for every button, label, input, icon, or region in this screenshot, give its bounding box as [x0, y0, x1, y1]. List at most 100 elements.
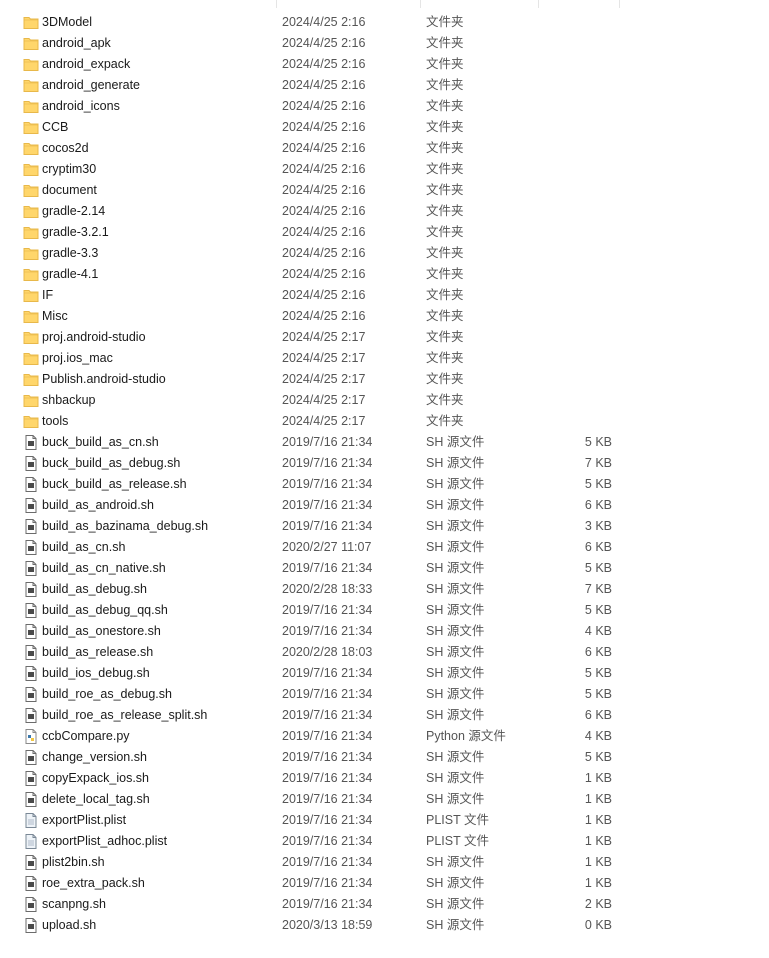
file-row[interactable]: cryptim30 2024/4/25 2:16 文件夹: [0, 159, 769, 180]
file-row[interactable]: build_as_cn_native.sh 2019/7/16 21:34 SH 源…: [0, 558, 769, 579]
file-row[interactable]: build_as_release.sh 2020/2/28 18:03 SH 源文件…: [0, 642, 769, 663]
file-name: gradle-3.2.1: [42, 225, 109, 239]
file-name: document: [42, 183, 97, 197]
file-row[interactable]: build_as_onestore.sh 2019/7/16 21:34 SH 源文…: [0, 621, 769, 642]
file-row[interactable]: build_as_android.sh 2019/7/16 21:34 SH 源文件…: [0, 495, 769, 516]
folder-icon: [23, 225, 39, 240]
file-row[interactable]: gradle-3.3 2024/4/25 2:16 文件夹: [0, 243, 769, 264]
file-row[interactable]: build_as_debug.sh 2020/2/28 18:33 SH 源文件 7 …: [0, 579, 769, 600]
file-row[interactable]: cocos2d 2024/4/25 2:16 文件夹: [0, 138, 769, 159]
folder-icon: [23, 372, 39, 387]
file-row[interactable]: proj.ios_mac 2024/4/25 2:17 文件夹: [0, 348, 769, 369]
file-type: 文件夹: [426, 393, 464, 407]
shell-file-icon: [23, 750, 39, 765]
column-divider-name[interactable]: [276, 0, 277, 8]
folder-icon: [23, 309, 39, 324]
file-row[interactable]: build_as_debug_qq.sh 2019/7/16 21:34 SH 源文…: [0, 600, 769, 621]
folder-icon: [23, 246, 39, 261]
file-row[interactable]: build_roe_as_debug.sh 2019/7/16 21:34 SH 源…: [0, 684, 769, 705]
file-name: build_roe_as_debug.sh: [42, 687, 172, 701]
file-size: 4 KB: [584, 729, 612, 743]
file-row[interactable]: CCB 2024/4/25 2:16 文件夹: [0, 117, 769, 138]
file-row[interactable]: upload.sh 2020/3/13 18:59 SH 源文件 0 KB: [0, 915, 769, 936]
file-row[interactable]: build_as_bazinama_debug.sh 2019/7/16 21:3…: [0, 516, 769, 537]
file-row[interactable]: android_generate 2024/4/25 2:16 文件夹: [0, 75, 769, 96]
file-date-modified: 2024/4/25 2:16: [282, 183, 366, 197]
file-size: 6 KB: [584, 498, 612, 512]
file-row[interactable]: android_expack 2024/4/25 2:16 文件夹: [0, 54, 769, 75]
file-row[interactable]: change_version.sh 2019/7/16 21:34 SH 源文件 5 …: [0, 747, 769, 768]
column-divider-size[interactable]: [619, 0, 620, 8]
folder-icon: [23, 141, 39, 156]
file-row[interactable]: document 2024/4/25 2:16 文件夹: [0, 180, 769, 201]
file-date-modified: 2019/7/16 21:34: [282, 666, 373, 680]
file-size: 5 KB: [584, 666, 612, 680]
folder-icon: [23, 393, 39, 408]
shell-file-icon: [23, 687, 39, 702]
file-row[interactable]: shbackup 2024/4/25 2:17 文件夹: [0, 390, 769, 411]
file-row[interactable]: roe_extra_pack.sh 2019/7/16 21:34 SH 源文件 1 …: [0, 873, 769, 894]
file-row[interactable]: IF 2024/4/25 2:16 文件夹: [0, 285, 769, 306]
file-date-modified: 2024/4/25 2:16: [282, 120, 366, 134]
shell-file-icon: [23, 519, 39, 534]
file-date-modified: 2019/7/16 21:34: [282, 834, 373, 848]
column-divider-type[interactable]: [538, 0, 539, 8]
file-type: 文件夹: [426, 372, 464, 386]
column-divider-date[interactable]: [420, 0, 421, 8]
file-size: 6 KB: [584, 540, 612, 554]
file-row[interactable]: build_roe_as_release_split.sh 2019/7/16 2…: [0, 705, 769, 726]
file-row[interactable]: plist2bin.sh 2019/7/16 21:34 SH 源文件 1 KB: [0, 852, 769, 873]
file-date-modified: 2024/4/25 2:16: [282, 36, 366, 50]
file-row[interactable]: exportPlist.plist 2019/7/16 21:34 PLIST 文件…: [0, 810, 769, 831]
file-row[interactable]: delete_local_tag.sh 2019/7/16 21:34 SH 源文件…: [0, 789, 769, 810]
file-name: Publish.android-studio: [42, 372, 166, 386]
file-row[interactable]: Misc 2024/4/25 2:16 文件夹: [0, 306, 769, 327]
file-row[interactable]: copyExpack_ios.sh 2019/7/16 21:34 SH 源文件 1 …: [0, 768, 769, 789]
file-size: 3 KB: [584, 519, 612, 533]
file-type: 文件夹: [426, 246, 464, 260]
file-date-modified: 2019/7/16 21:34: [282, 603, 373, 617]
file-row[interactable]: exportPlist_adhoc.plist 2019/7/16 21:34 PL…: [0, 831, 769, 852]
file-size: 1 KB: [584, 876, 612, 890]
file-name: ccbCompare.py: [42, 729, 130, 743]
file-date-modified: 2024/4/25 2:17: [282, 351, 366, 365]
file-size: 5 KB: [584, 477, 612, 491]
folder-icon: [23, 183, 39, 198]
file-row[interactable]: ccbCompare.py 2019/7/16 21:34 Python 源文件 4 …: [0, 726, 769, 747]
file-date-modified: 2019/7/16 21:34: [282, 435, 373, 449]
file-row[interactable]: proj.android-studio 2024/4/25 2:17 文件夹: [0, 327, 769, 348]
file-date-modified: 2024/4/25 2:16: [282, 78, 366, 92]
file-type: SH 源文件: [426, 624, 485, 638]
file-row[interactable]: android_apk 2024/4/25 2:16 文件夹: [0, 33, 769, 54]
folder-icon: [23, 267, 39, 282]
file-name: upload.sh: [42, 918, 97, 932]
file-row[interactable]: build_ios_debug.sh 2019/7/16 21:34 SH 源文件 5…: [0, 663, 769, 684]
file-date-modified: 2024/4/25 2:17: [282, 414, 366, 428]
file-row[interactable]: tools 2024/4/25 2:17 文件夹: [0, 411, 769, 432]
file-row[interactable]: buck_build_as_debug.sh 2019/7/16 21:34 SH …: [0, 453, 769, 474]
file-row[interactable]: 3DModel 2024/4/25 2:16 文件夹: [0, 12, 769, 33]
file-name: proj.ios_mac: [42, 351, 113, 365]
file-row[interactable]: build_as_cn.sh 2020/2/27 11:07 SH 源文件 6 KB: [0, 537, 769, 558]
file-size: 5 KB: [584, 603, 612, 617]
file-row[interactable]: android_icons 2024/4/25 2:16 文件夹: [0, 96, 769, 117]
file-type: SH 源文件: [426, 687, 485, 701]
file-row[interactable]: buck_build_as_release.sh 2019/7/16 21:34 S…: [0, 474, 769, 495]
file-size: 5 KB: [584, 750, 612, 764]
file-name: buck_build_as_cn.sh: [42, 435, 159, 449]
shell-file-icon: [23, 498, 39, 513]
folder-icon: [23, 57, 39, 72]
file-row[interactable]: scanpng.sh 2019/7/16 21:34 SH 源文件 2 KB: [0, 894, 769, 915]
file-name: build_as_onestore.sh: [42, 624, 161, 638]
file-row[interactable]: Publish.android-studio 2024/4/25 2:17 文件夹: [0, 369, 769, 390]
file-name: CCB: [42, 120, 69, 134]
file-row[interactable]: gradle-3.2.1 2024/4/25 2:16 文件夹: [0, 222, 769, 243]
file-size: 1 KB: [584, 792, 612, 806]
file-row[interactable]: gradle-2.14 2024/4/25 2:16 文件夹: [0, 201, 769, 222]
file-row[interactable]: buck_build_as_cn.sh 2019/7/16 21:34 SH 源文件…: [0, 432, 769, 453]
file-name: build_as_debug.sh: [42, 582, 147, 596]
shell-file-icon: [23, 708, 39, 723]
file-date-modified: 2019/7/16 21:34: [282, 519, 373, 533]
shell-file-icon: [23, 582, 39, 597]
file-row[interactable]: gradle-4.1 2024/4/25 2:16 文件夹: [0, 264, 769, 285]
